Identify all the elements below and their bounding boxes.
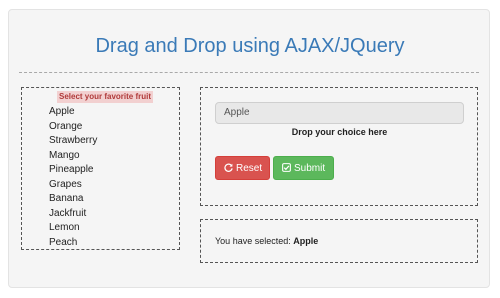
fruit-item-jackfruit[interactable]: Jackfruit xyxy=(49,207,97,222)
refresh-icon xyxy=(224,157,233,181)
fruit-list-label: Select your favorite fruit xyxy=(57,91,154,103)
selection-result: You have selected: Apple xyxy=(215,236,318,246)
check-square-icon xyxy=(282,157,291,181)
reset-button-label: Reset xyxy=(236,163,263,174)
fruit-item-strawberry[interactable]: Strawberry xyxy=(49,134,97,149)
page-title: Drag and Drop using AJAX/JQuery xyxy=(95,35,405,57)
drop-target-input[interactable]: Apple xyxy=(215,102,464,124)
fruit-item-banana[interactable]: Banana xyxy=(49,192,97,207)
selection-value: Apple xyxy=(293,236,319,246)
divider xyxy=(19,72,479,73)
fruit-item-lemon[interactable]: Lemon xyxy=(49,221,97,236)
fruit-item-grapes[interactable]: Grapes xyxy=(49,178,97,193)
fruit-item-orange[interactable]: Orange xyxy=(49,120,97,135)
fruit-item-peach[interactable]: Peach xyxy=(49,236,97,251)
reset-button[interactable]: Reset xyxy=(215,156,270,180)
fruit-item-apple[interactable]: Apple xyxy=(49,105,97,120)
submit-button[interactable]: Submit xyxy=(273,156,334,180)
submit-button-label: Submit xyxy=(294,163,326,174)
selection-prefix: You have selected: xyxy=(215,236,294,246)
fruit-item-pineapple[interactable]: Pineapple xyxy=(49,163,97,178)
fruit-list: Apple Orange Strawberry Mango Pineapple … xyxy=(49,105,97,250)
fruit-item-mango[interactable]: Mango xyxy=(49,149,97,164)
drop-caption: Drop your choice here xyxy=(291,127,388,137)
fruit-list-container xyxy=(21,87,180,250)
